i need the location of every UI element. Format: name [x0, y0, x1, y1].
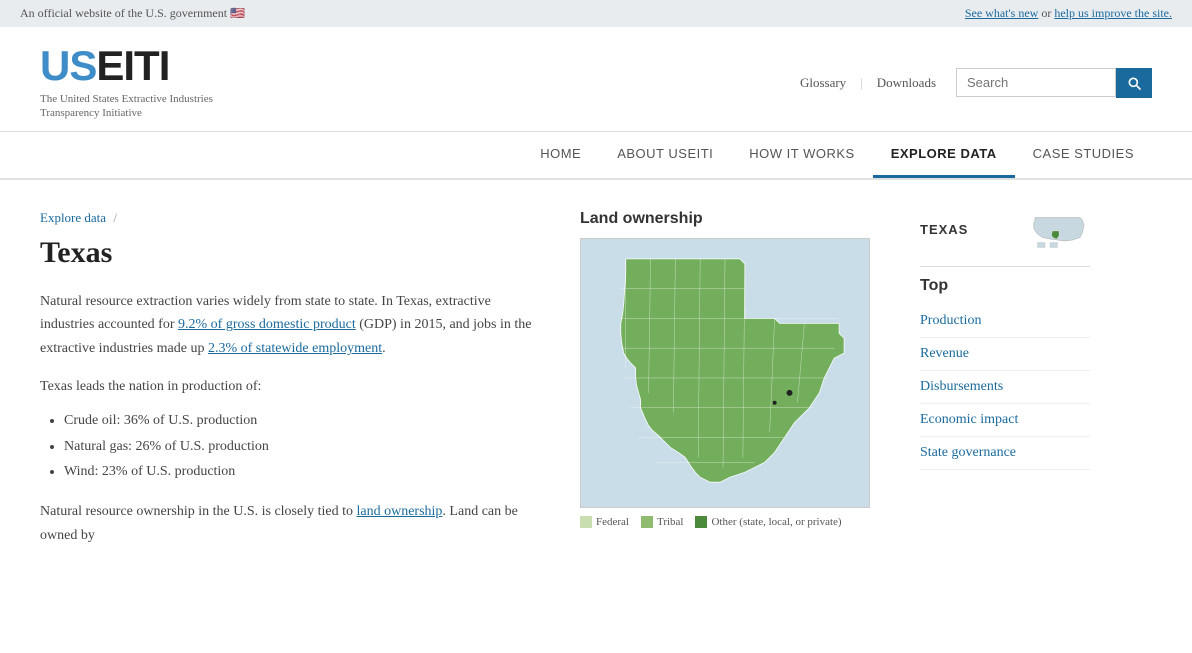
help-link[interactable]: help us improve the site. [1054, 6, 1172, 20]
logo-subtitle: The United States Extractive Industries … [40, 92, 213, 121]
search-input[interactable] [956, 68, 1116, 97]
tribal-swatch [641, 516, 653, 528]
intro-paragraph: Natural resource extraction varies widel… [40, 290, 540, 361]
state-label: TEXAS [920, 222, 968, 237]
production-list: Crude oil: 36% of U.S. production Natura… [40, 409, 540, 484]
map-legend: Federal Tribal Other (state, local, or p… [580, 516, 880, 528]
header-links: Glossary | Downloads [800, 75, 936, 91]
official-text: An official website of the U.S. governme… [20, 6, 245, 21]
map-column: Land ownership [580, 210, 880, 548]
land-ownership-link[interactable]: land ownership [356, 504, 442, 519]
logo-area: USEITI The United States Extractive Indu… [40, 45, 213, 121]
sidebar-link-item: Production [920, 305, 1090, 338]
economic-impact-link[interactable]: Economic impact [920, 412, 1018, 427]
gdp-link[interactable]: 9.2% of gross domestic product [178, 317, 356, 332]
tribal-label: Tribal [657, 516, 684, 528]
list-item: Wind: 23% of U.S. production [64, 460, 540, 484]
sidebar-link-item: Revenue [920, 338, 1090, 371]
sidebar-link-item: Disbursements [920, 371, 1090, 404]
nav-case-studies[interactable]: CASE STUDIES [1015, 132, 1152, 178]
see-whats-new-link[interactable]: See what's new [965, 6, 1038, 20]
revenue-link[interactable]: Revenue [920, 346, 969, 361]
nav-home[interactable]: HOME [522, 132, 599, 178]
site-header: USEITI The United States Extractive Indu… [0, 27, 1192, 132]
production-link[interactable]: Production [920, 313, 981, 328]
state-header: TEXAS [920, 210, 1090, 250]
lead-text: Texas leads the nation in production of: [40, 375, 540, 399]
other-label: Other (state, local, or private) [711, 516, 841, 528]
logo-us: US [40, 42, 96, 89]
downloads-link[interactable]: Downloads [877, 75, 936, 91]
logo[interactable]: USEITI [40, 45, 213, 88]
logo-eiti: EITI [96, 42, 169, 89]
map-title: Land ownership [580, 210, 880, 228]
left-column: Explore data / Texas Natural resource ex… [40, 210, 540, 548]
nav-explore-data[interactable]: EXPLORE DATA [873, 132, 1015, 178]
search-icon [1126, 75, 1142, 91]
federal-label: Federal [596, 516, 629, 528]
legend-federal: Federal [580, 516, 629, 528]
map-container[interactable] [580, 238, 870, 508]
sidebar-section-title: Top [920, 266, 1090, 295]
nav-about[interactable]: ABOUT USEITI [599, 132, 731, 178]
bottom-paragraph: Natural resource ownership in the U.S. i… [40, 500, 540, 548]
breadcrumb: Explore data / [40, 210, 540, 226]
top-bar-links: See what's new or help us improve the si… [965, 6, 1172, 21]
header-right: Glossary | Downloads [800, 68, 1152, 98]
legend-other: Other (state, local, or private) [695, 516, 841, 528]
divider: | [860, 75, 863, 91]
sidebar-link-item: Economic impact [920, 404, 1090, 437]
glossary-link[interactable]: Glossary [800, 75, 846, 91]
breadcrumb-separator: / [113, 210, 117, 225]
sidebar-link-item: State governance [920, 437, 1090, 470]
other-swatch [695, 516, 707, 528]
page-title: Texas [40, 236, 540, 270]
content-area: Explore data / Texas Natural resource ex… [0, 180, 1192, 568]
main-nav: HOME ABOUT USEITI HOW IT WORKS EXPLORE D… [0, 132, 1192, 180]
employment-link[interactable]: 2.3% of statewide employment [208, 341, 382, 356]
top-bar: An official website of the U.S. governme… [0, 0, 1192, 27]
state-governance-link[interactable]: State governance [920, 445, 1016, 460]
search-form [956, 68, 1152, 98]
federal-swatch [580, 516, 592, 528]
sidebar-links: Production Revenue Disbursements Economi… [920, 305, 1090, 470]
breadcrumb-parent[interactable]: Explore data [40, 210, 106, 225]
disbursements-link[interactable]: Disbursements [920, 379, 1003, 394]
us-map-mini [1030, 210, 1090, 250]
list-item: Natural gas: 26% of U.S. production [64, 435, 540, 459]
nav-how-it-works[interactable]: HOW IT WORKS [731, 132, 872, 178]
texas-map [581, 239, 869, 507]
legend-tribal: Tribal [641, 516, 684, 528]
list-item: Crude oil: 36% of U.S. production [64, 409, 540, 433]
sidebar: TEXAS Top Production Revenue Di [920, 210, 1090, 548]
search-button[interactable] [1116, 68, 1152, 98]
